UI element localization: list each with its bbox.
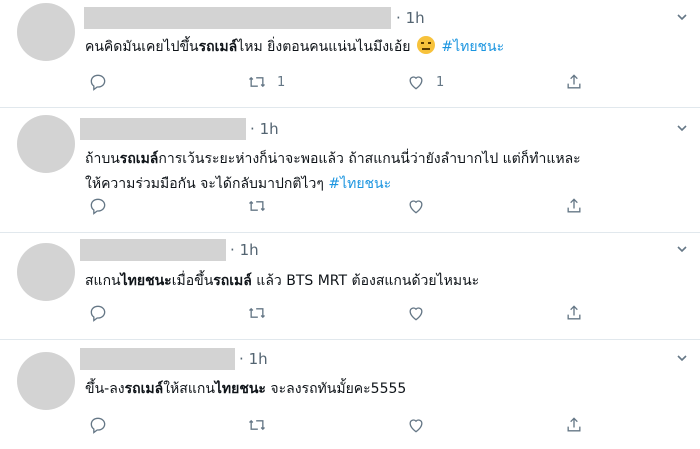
- tweet-text: ถ้าบนรถเมล์การเว้นระยะห่างก็น่าจะพอแล้ว …: [85, 147, 581, 197]
- redacted-username[interactable]: [80, 239, 226, 261]
- reply-icon: [90, 305, 106, 322]
- separator-dot: ·: [239, 350, 244, 368]
- chevron-down-icon[interactable]: [676, 122, 688, 134]
- heart-icon: [409, 419, 423, 433]
- text-segment-bold: รถเมล์: [119, 151, 159, 167]
- text-segment: สแกน: [85, 273, 121, 289]
- chevron-down-icon[interactable]: [676, 243, 688, 255]
- tweet[interactable]: · 1h ขึ้น-ลงรถเมล์ให้สแกนไทยชนะ จะลงรถทั…: [0, 339, 700, 449]
- like-button[interactable]: [406, 303, 436, 323]
- hashtag-link[interactable]: #ไทยชนะ: [328, 176, 391, 192]
- retweet-button[interactable]: [247, 303, 277, 323]
- chevron-down-icon[interactable]: [676, 11, 688, 23]
- separator-dot: ·: [230, 241, 235, 259]
- text-line: ให้ความร่วมมือกัน จะได้กลับมาปกติไวๆ #ไท…: [85, 172, 581, 197]
- tweet-actions: 1 1: [0, 72, 700, 94]
- tweet[interactable]: · 1h สแกนไทยชนะเมื่อขึ้นรถเมล์ แล้ว BTS …: [0, 232, 700, 340]
- text-line: ถ้าบนรถเมล์การเว้นระยะห่างก็น่าจะพอแล้ว …: [85, 147, 581, 172]
- separator-dot: ·: [250, 120, 255, 138]
- avatar[interactable]: [17, 243, 75, 301]
- reply-button[interactable]: [88, 196, 108, 216]
- retweet-icon: [249, 419, 265, 431]
- like-button[interactable]: 1: [406, 72, 444, 92]
- retweet-count: 1: [277, 74, 286, 90]
- tweet-timestamp[interactable]: · 1h: [250, 120, 279, 138]
- text-segment-bold: รถเมล์: [213, 273, 252, 289]
- tweet[interactable]: · 1h คนคิดมันเคยไปขึ้นรถเมล์ไหม ยิ่งตอนค…: [0, 0, 700, 108]
- time-label: 1h: [239, 241, 259, 259]
- retweet-icon: [249, 200, 265, 212]
- tweet[interactable]: · 1h ถ้าบนรถเมล์การเว้นระยะห่างก็น่าจะพอ…: [0, 107, 700, 233]
- text-segment: ไหม ยิ่งตอนคนแน่นไนมึงเอ้ย: [237, 39, 415, 55]
- chevron-down-icon[interactable]: [676, 352, 688, 364]
- heart-icon: [409, 76, 423, 90]
- heart-icon: [409, 307, 423, 321]
- reply-button[interactable]: [88, 72, 108, 92]
- avatar[interactable]: [17, 352, 75, 410]
- retweet-button[interactable]: [247, 196, 277, 216]
- redacted-username[interactable]: [80, 118, 246, 140]
- tweet-actions: [0, 196, 700, 218]
- share-icon: [567, 417, 581, 432]
- time-label: 1h: [259, 120, 279, 138]
- text-segment: ให้สแกน: [163, 381, 215, 397]
- text-segment: คนคิดมันเคยไปขึ้น: [85, 39, 199, 55]
- tweet-feed: · 1h คนคิดมันเคยไปขึ้นรถเมล์ไหม ยิ่งตอนค…: [0, 0, 700, 438]
- text-segment: เมื่อขึ้น: [171, 273, 214, 289]
- text-segment: ขึ้น-ลง: [85, 381, 125, 397]
- time-label: 1h: [405, 9, 425, 27]
- tweet-timestamp[interactable]: · 1h: [396, 9, 425, 27]
- share-icon: [567, 305, 581, 320]
- unamused-face-emoji: [416, 36, 435, 54]
- tweet-actions: [0, 415, 700, 437]
- reply-icon: [90, 198, 106, 215]
- tweet-actions: [0, 303, 700, 325]
- heart-icon: [409, 200, 423, 214]
- redacted-username[interactable]: [80, 348, 235, 370]
- text-segment-bold: ไทยชนะ: [120, 273, 172, 289]
- like-button[interactable]: [406, 415, 436, 435]
- text-segment: การเว้นระยะห่างก็น่าจะพอแล้ว ถ้าสแกนนี่ว…: [158, 151, 581, 167]
- text-segment-bold: รถเมล์: [124, 381, 164, 397]
- retweet-button[interactable]: [247, 415, 277, 435]
- time-label: 1h: [248, 350, 268, 368]
- tweet-timestamp[interactable]: · 1h: [239, 350, 268, 368]
- redacted-username[interactable]: [84, 7, 391, 29]
- retweet-icon: [249, 76, 265, 88]
- like-count: 1: [436, 74, 445, 90]
- text-segment: แล้ว BTS MRT ต้องสแกนด้วยไหมนะ: [251, 273, 480, 289]
- reply-button[interactable]: [88, 415, 108, 435]
- text-segment-bold: ไทยชนะ: [214, 381, 266, 397]
- tweet-text: คนคิดมันเคยไปขึ้นรถเมล์ไหม ยิ่งตอนคนแน่น…: [85, 35, 504, 60]
- share-button[interactable]: [564, 303, 584, 323]
- separator-dot: ·: [396, 9, 401, 27]
- share-button[interactable]: [564, 415, 584, 435]
- share-icon: [567, 198, 581, 213]
- text-segment: ถ้าบน: [85, 151, 120, 167]
- reply-icon: [90, 417, 106, 434]
- share-button[interactable]: [564, 72, 584, 92]
- share-icon: [567, 74, 581, 89]
- retweet-icon: [249, 307, 265, 319]
- avatar[interactable]: [17, 3, 75, 61]
- text-segment: ให้ความร่วมมือกัน จะได้กลับมาปกติไวๆ: [85, 176, 329, 192]
- tweet-timestamp[interactable]: · 1h: [230, 241, 259, 259]
- avatar[interactable]: [17, 115, 75, 173]
- hashtag-link[interactable]: #ไทยชนะ: [437, 39, 504, 55]
- tweet-text: ขึ้น-ลงรถเมล์ให้สแกนไทยชนะ จะลงรถทันมั้ย…: [85, 377, 406, 402]
- tweet-text: สแกนไทยชนะเมื่อขึ้นรถเมล์ แล้ว BTS MRT ต…: [85, 269, 479, 294]
- text-segment: จะลงรถทันมั้ยคะ5555: [265, 381, 407, 397]
- text-segment-bold: รถเมล์: [198, 39, 238, 55]
- like-button[interactable]: [406, 196, 436, 216]
- reply-button[interactable]: [88, 303, 108, 323]
- retweet-button[interactable]: 1: [247, 72, 285, 92]
- share-button[interactable]: [564, 196, 584, 216]
- reply-icon: [90, 74, 106, 91]
